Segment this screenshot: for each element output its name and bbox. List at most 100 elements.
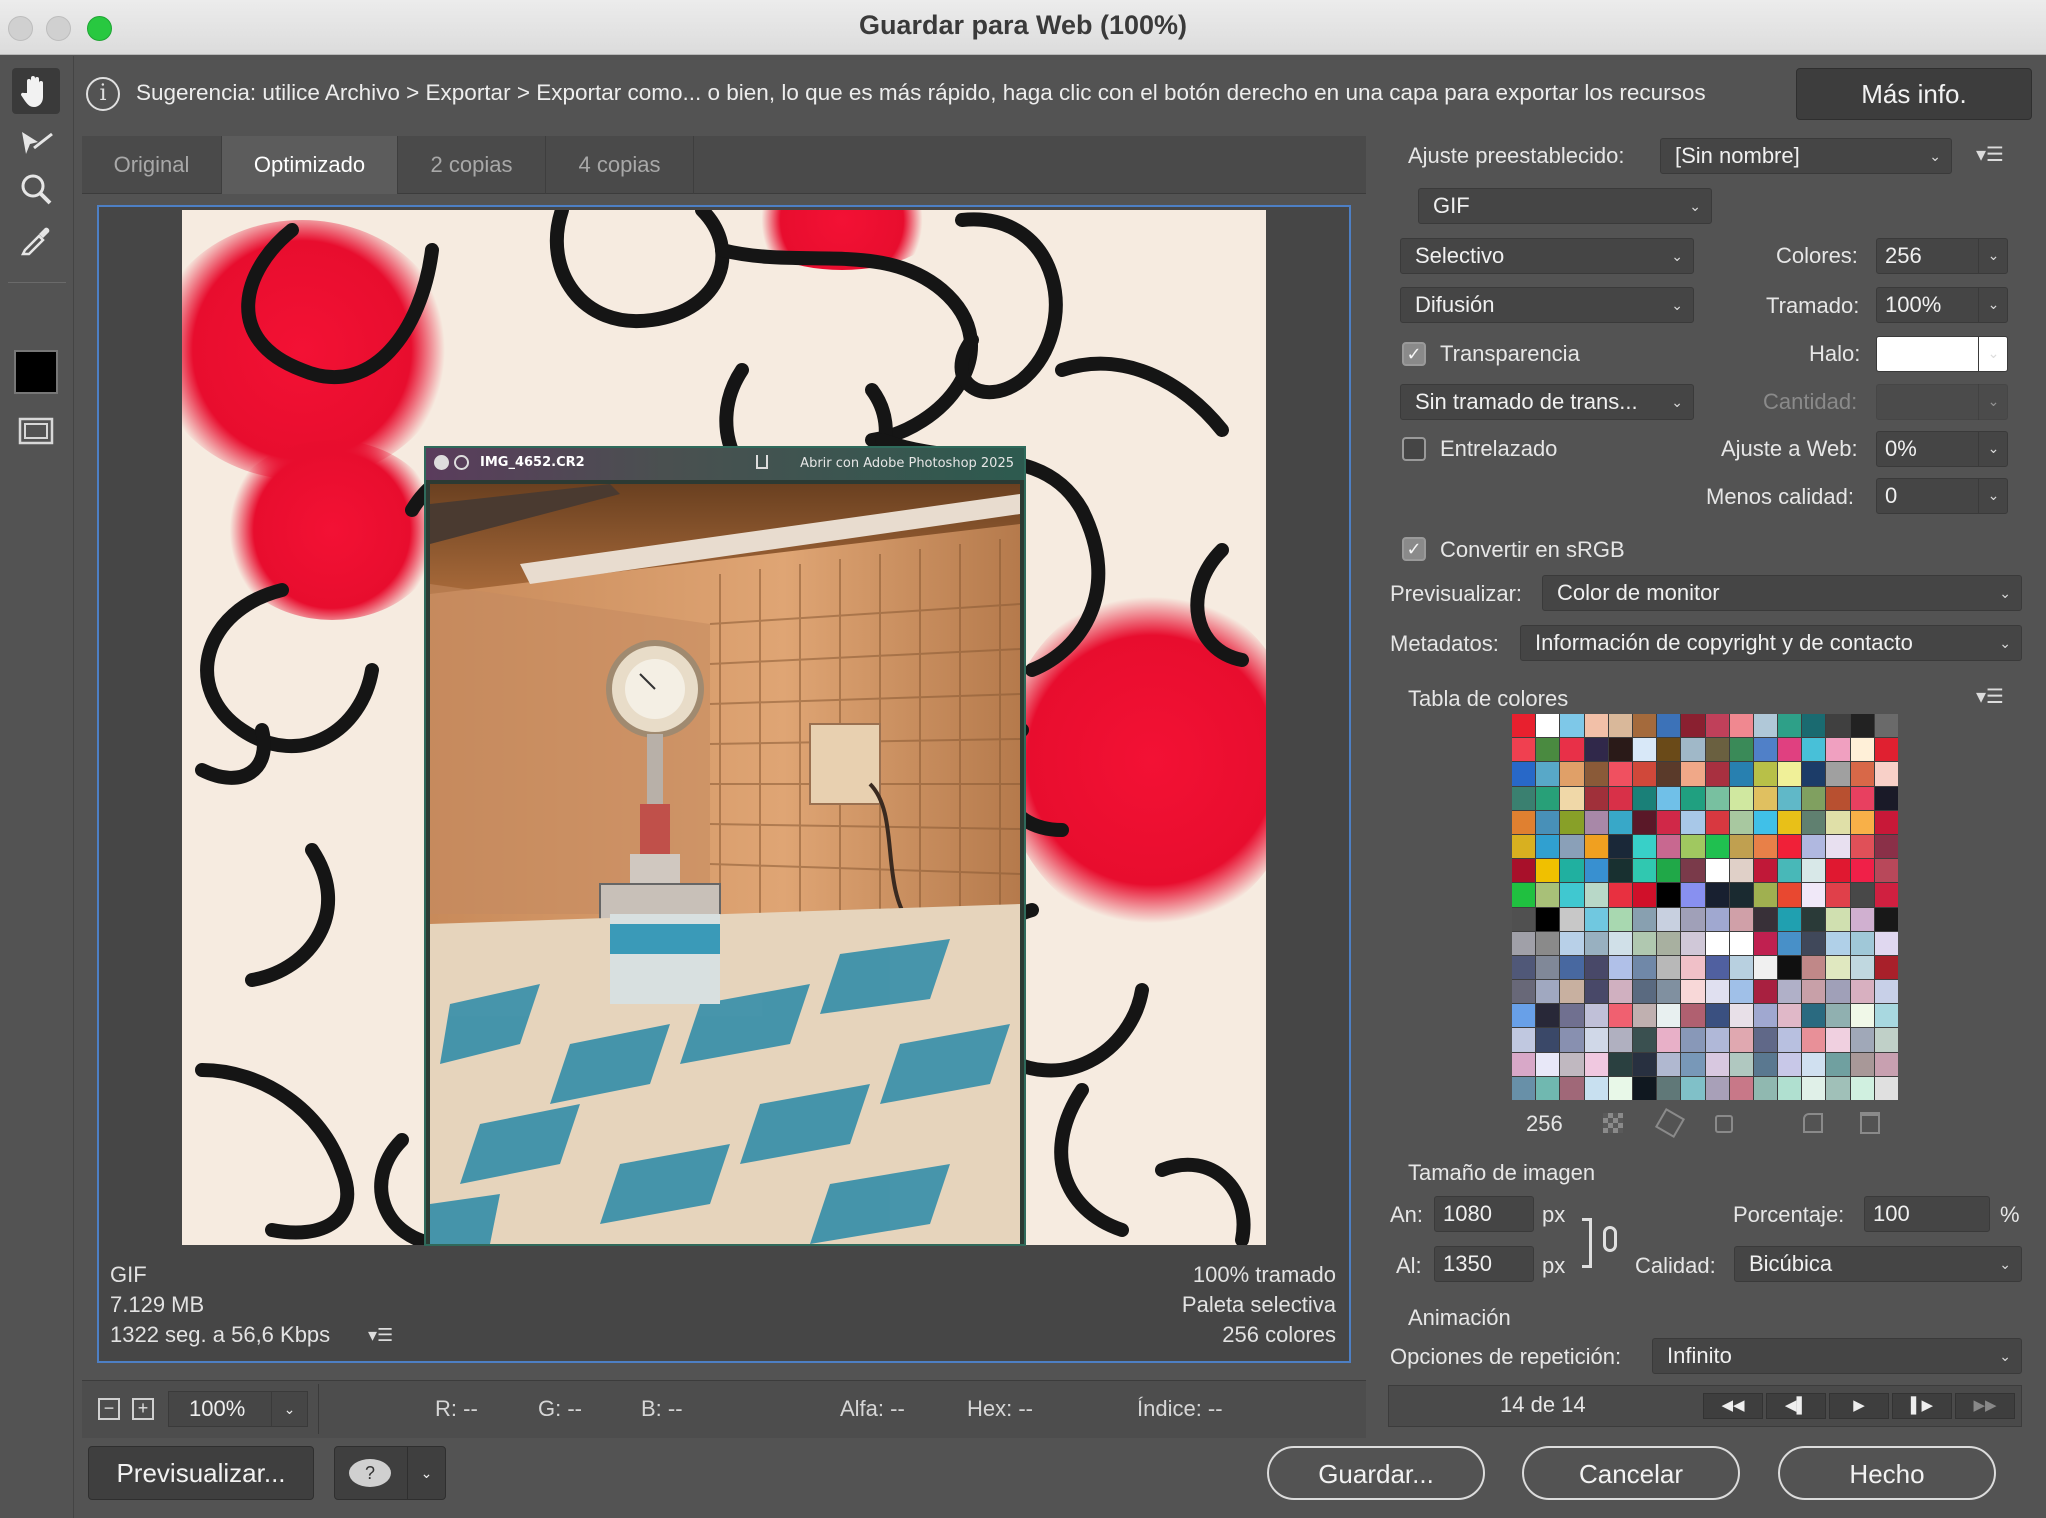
color-swatch-cell[interactable] [1729,980,1753,1004]
color-swatch-cell[interactable] [1705,1004,1729,1028]
color-swatch-cell[interactable] [1729,714,1753,738]
color-swatch-cell[interactable] [1729,786,1753,810]
color-swatch-cell[interactable] [1729,1052,1753,1076]
color-swatch-cell[interactable] [1705,1028,1729,1052]
color-swatch-cell[interactable] [1753,907,1778,931]
color-swatch-cell[interactable] [1512,883,1536,907]
color-swatch-cell[interactable] [1560,931,1584,955]
color-swatch-cell[interactable] [1536,1076,1560,1100]
zoom-level-select[interactable]: 100% ⌄ [168,1391,308,1427]
color-swatch-cell[interactable] [1608,1028,1632,1052]
color-swatch-cell[interactable] [1681,1028,1705,1052]
color-swatch-cell[interactable] [1632,1052,1657,1076]
color-swatch-cell[interactable] [1778,883,1802,907]
save-button[interactable]: Guardar... [1267,1446,1485,1500]
preview-color-select[interactable]: Color de monitor ⌄ [1542,575,2022,611]
popup-close-icon[interactable] [434,455,449,470]
color-swatch-cell[interactable] [1608,738,1632,762]
color-swatch-cell[interactable] [1657,714,1681,738]
color-swatch-cell[interactable] [1681,907,1705,931]
color-swatch-cell[interactable] [1802,883,1826,907]
metadata-select[interactable]: Información de copyright y de contacto ⌄ [1520,625,2022,661]
transparency-dither-select[interactable]: Sin tramado de trans... ⌄ [1400,384,1694,420]
color-swatch-cell[interactable] [1705,980,1729,1004]
color-swatch-cell[interactable] [1608,1052,1632,1076]
color-swatch-cell[interactable] [1657,786,1681,810]
color-swatch-cell[interactable] [1536,931,1560,955]
color-swatch-cell[interactable] [1584,786,1608,810]
color-swatch-cell[interactable] [1560,859,1584,883]
browser-select-button[interactable]: ? ⌄ [334,1446,446,1500]
color-swatch-cell[interactable] [1778,1028,1802,1052]
color-swatch-cell[interactable] [1608,907,1632,931]
color-swatch-cell[interactable] [1802,762,1826,786]
color-swatch-cell[interactable] [1826,907,1850,931]
color-swatch-cell[interactable] [1681,810,1705,834]
color-swatch-cell[interactable] [1753,1076,1778,1100]
color-swatch-cell[interactable] [1874,1004,1898,1028]
color-swatch-cell[interactable] [1778,786,1802,810]
color-swatch-cell[interactable] [1826,1076,1850,1100]
color-swatch-cell[interactable] [1632,883,1657,907]
color-swatch-cell[interactable] [1729,1076,1753,1100]
color-swatch-cell[interactable] [1536,907,1560,931]
color-swatch-cell[interactable] [1657,738,1681,762]
color-swatch-cell[interactable] [1657,834,1681,859]
color-swatch-cell[interactable] [1705,883,1729,907]
map-transparent-icon[interactable] [1603,1113,1623,1133]
color-swatch-cell[interactable] [1729,955,1753,980]
color-reduction-select[interactable]: Selectivo ⌄ [1400,238,1694,274]
loop-options-select[interactable]: Infinito ⌄ [1652,1338,2022,1374]
color-swatch-cell[interactable] [1657,1004,1681,1028]
color-swatch-cell[interactable] [1512,955,1536,980]
color-swatch-cell[interactable] [1608,955,1632,980]
color-swatch-cell[interactable] [1584,762,1608,786]
color-swatch-cell[interactable] [1632,955,1657,980]
lossy-chevron-icon[interactable]: ⌄ [1978,478,2008,514]
color-swatch-cell[interactable] [1632,810,1657,834]
color-swatch-cell[interactable] [1584,1028,1608,1052]
color-swatch-cell[interactable] [1826,859,1850,883]
file-format-select[interactable]: GIF ⌄ [1418,188,1712,224]
color-swatch-cell[interactable] [1850,1004,1874,1028]
color-swatch-cell[interactable] [1778,980,1802,1004]
color-swatch-cell[interactable] [1560,980,1584,1004]
tab-optimized[interactable]: Optimizado [222,136,398,194]
color-swatch-cell[interactable] [1608,786,1632,810]
color-swatch-cell[interactable] [1584,834,1608,859]
color-swatch-cell[interactable] [1681,859,1705,883]
color-swatch-cell[interactable] [1657,883,1681,907]
color-swatch-cell[interactable] [1681,834,1705,859]
color-swatch-cell[interactable] [1584,738,1608,762]
color-swatch-cell[interactable] [1826,931,1850,955]
color-swatch-cell[interactable] [1874,955,1898,980]
color-swatch-cell[interactable] [1705,1076,1729,1100]
color-swatch-cell[interactable] [1729,1004,1753,1028]
color-swatch-cell[interactable] [1608,834,1632,859]
color-swatch-cell[interactable] [1729,762,1753,786]
color-swatch-cell[interactable] [1874,931,1898,955]
color-swatch-cell[interactable] [1753,1028,1778,1052]
interlaced-checkbox[interactable] [1402,437,1426,461]
color-swatch-cell[interactable] [1536,859,1560,883]
color-swatch-cell[interactable] [1536,714,1560,738]
color-swatch-cell[interactable] [1512,786,1536,810]
chevron-down-icon[interactable]: ⌄ [407,1447,445,1499]
color-swatch-cell[interactable] [1850,762,1874,786]
color-swatch-cell[interactable] [1753,1004,1778,1028]
color-swatch-cell[interactable] [1826,955,1850,980]
color-swatch-cell[interactable] [1850,1028,1874,1052]
color-swatch-cell[interactable] [1802,859,1826,883]
color-swatch-cell[interactable] [1608,859,1632,883]
color-swatch-cell[interactable] [1753,931,1778,955]
color-swatch-cell[interactable] [1826,762,1850,786]
width-field[interactable]: 1080 [1434,1196,1534,1232]
color-swatch-cell[interactable] [1657,762,1681,786]
color-swatch-cell[interactable] [1850,810,1874,834]
color-swatch-cell[interactable] [1657,1028,1681,1052]
color-swatch-cell[interactable] [1560,1076,1584,1100]
color-swatch-cell[interactable] [1802,1076,1826,1100]
color-swatch-cell[interactable] [1729,907,1753,931]
color-swatch-cell[interactable] [1560,1004,1584,1028]
color-swatch-cell[interactable] [1753,786,1778,810]
